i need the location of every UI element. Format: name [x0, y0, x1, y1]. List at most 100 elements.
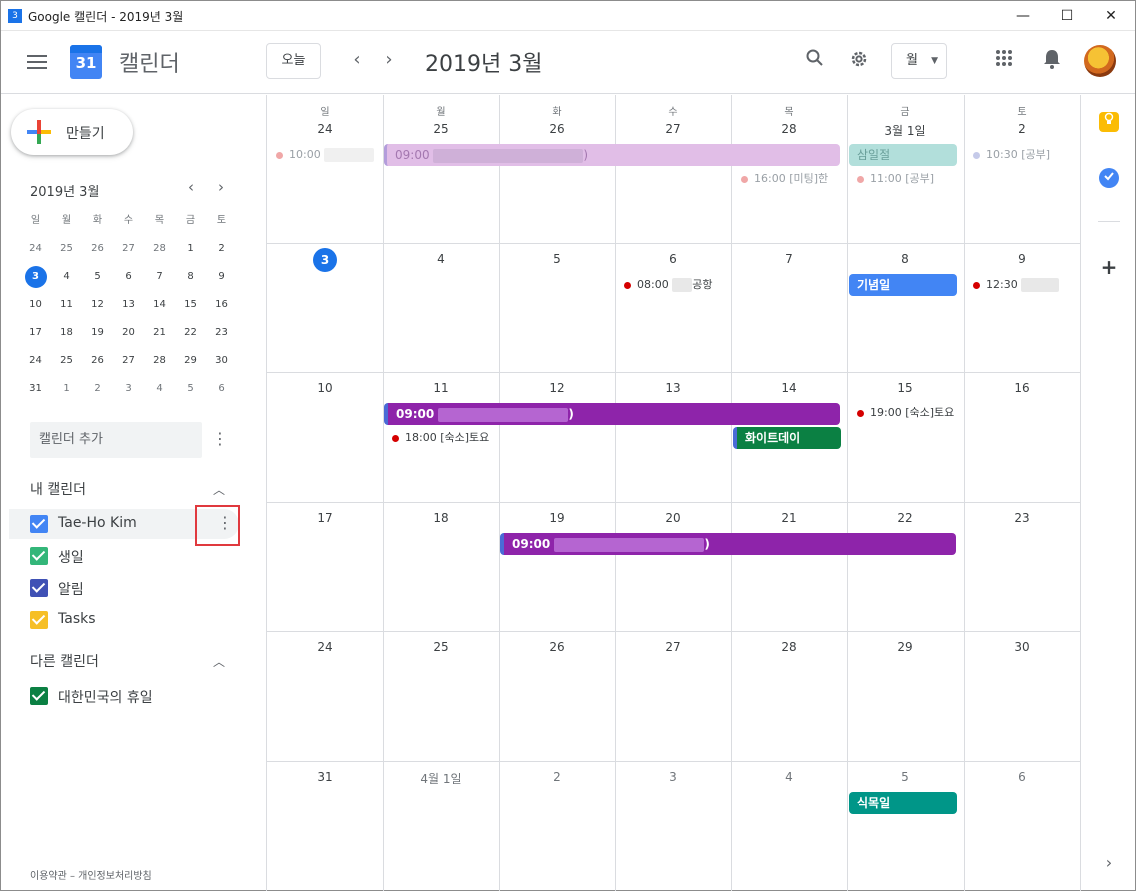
day-number[interactable]: 20 [615, 511, 731, 525]
gear-icon[interactable] [846, 48, 872, 74]
day-number-today[interactable]: 3 [267, 248, 383, 272]
day-number[interactable]: 23 [964, 511, 1080, 525]
day-number[interactable]: 28 [731, 122, 847, 136]
checkbox-icon[interactable] [30, 687, 48, 705]
chevron-up-icon[interactable]: ︿ [211, 481, 227, 498]
day-number[interactable]: 6 [615, 252, 731, 266]
day-number[interactable]: 27 [615, 640, 731, 654]
day-number[interactable]: 26 [499, 640, 615, 654]
mini-day[interactable]: 12 [82, 291, 113, 319]
close-button[interactable]: ✕ [1089, 1, 1133, 31]
checkbox-icon[interactable] [30, 515, 48, 533]
day-number[interactable]: 2 [964, 122, 1080, 136]
event-chip[interactable]: 11:00 [공부] [857, 169, 961, 189]
event-chip[interactable]: 10:30 [공부] [973, 145, 1077, 165]
minimize-button[interactable]: — [1001, 1, 1045, 31]
day-number[interactable]: 24 [267, 640, 383, 654]
mini-day[interactable]: 28 [144, 235, 175, 263]
mini-day[interactable]: 6 [206, 375, 237, 403]
create-button[interactable]: 만들기 [11, 109, 133, 155]
event-chip[interactable]: 08:00 공항 [624, 275, 734, 295]
mini-day[interactable]: 11 [51, 291, 82, 319]
mini-day[interactable]: 8 [175, 263, 206, 291]
calendar-item-reminders[interactable]: 알림 [9, 573, 239, 603]
calendar-item-tasks[interactable]: Tasks [9, 605, 239, 635]
event-chip[interactable]: 19:00 [숙소]토요 [857, 403, 961, 423]
footer-links[interactable]: 이용약관 – 개인정보처리방침 [30, 867, 152, 882]
checkbox-icon[interactable] [30, 579, 48, 597]
mini-day[interactable]: 25 [51, 347, 82, 375]
day-number[interactable]: 9 [964, 252, 1080, 266]
mini-day[interactable]: 31 [20, 375, 51, 403]
day-number[interactable]: 17 [267, 511, 383, 525]
event-chip[interactable]: 화이트데이 [733, 427, 841, 449]
mini-day[interactable]: 20 [113, 319, 144, 347]
day-number[interactable]: 7 [731, 252, 847, 266]
day-number[interactable]: 25 [383, 122, 499, 136]
mini-day[interactable]: 14 [144, 291, 175, 319]
mini-day[interactable]: 10 [20, 291, 51, 319]
mini-day[interactable]: 30 [206, 347, 237, 375]
mini-day[interactable]: 17 [20, 319, 51, 347]
mini-day[interactable]: 5 [82, 263, 113, 291]
avatar[interactable] [1084, 45, 1116, 77]
mini-day[interactable]: 18 [51, 319, 82, 347]
day-number[interactable]: 11 [383, 381, 499, 395]
event-chip[interactable]: 18:00 [숙소]토요 [392, 428, 497, 448]
mini-day-selected[interactable]: 3 [20, 263, 51, 291]
day-number[interactable]: 2 [499, 770, 615, 784]
calendar-item-korean-holidays[interactable]: 대한민국의 휴일 [9, 681, 239, 711]
checkbox-icon[interactable] [30, 547, 48, 565]
mini-day[interactable]: 22 [175, 319, 206, 347]
mini-day[interactable]: 4 [51, 263, 82, 291]
mini-day[interactable]: 4 [144, 375, 175, 403]
add-calendar-input[interactable]: 캘린더 추가 [30, 422, 202, 458]
day-number[interactable]: 24 [267, 122, 383, 136]
day-number[interactable]: 4월 1일 [383, 770, 499, 787]
chevron-right-icon[interactable]: › [1099, 853, 1119, 873]
other-calendars-title[interactable]: 다른 캘린더 [30, 651, 99, 671]
mini-day[interactable]: 27 [113, 347, 144, 375]
add-addon-icon[interactable]: + [1099, 257, 1119, 277]
day-number[interactable]: 3 [615, 770, 731, 784]
day-number[interactable]: 29 [847, 640, 963, 654]
mini-day[interactable]: 16 [206, 291, 237, 319]
mini-day[interactable]: 7 [144, 263, 175, 291]
search-icon[interactable] [802, 48, 828, 74]
tasks-icon[interactable] [1099, 168, 1119, 188]
event-chip[interactable]: 09:00 ) [500, 533, 956, 555]
day-number[interactable]: 5 [499, 252, 615, 266]
mini-day[interactable]: 2 [206, 235, 237, 263]
day-number[interactable]: 26 [499, 122, 615, 136]
day-number[interactable]: 4 [731, 770, 847, 784]
maximize-button[interactable]: ☐ [1045, 1, 1089, 31]
mini-day[interactable]: 26 [82, 347, 113, 375]
mini-day[interactable]: 26 [82, 235, 113, 263]
mini-day[interactable]: 5 [175, 375, 206, 403]
day-number[interactable]: 30 [964, 640, 1080, 654]
event-chip[interactable]: 12:30 [973, 275, 1077, 295]
mini-day[interactable]: 19 [82, 319, 113, 347]
mini-day[interactable]: 24 [20, 347, 51, 375]
checkbox-icon[interactable] [30, 611, 48, 629]
day-number[interactable]: 31 [267, 770, 383, 784]
day-number[interactable]: 6 [964, 770, 1080, 784]
holiday-chip[interactable]: 삼일절 [849, 144, 957, 166]
more-vert-icon[interactable]: ⋮ [211, 430, 229, 448]
day-number[interactable]: 15 [847, 381, 963, 395]
mini-day[interactable]: 23 [206, 319, 237, 347]
day-number[interactable]: 28 [731, 640, 847, 654]
mini-day[interactable]: 3 [113, 375, 144, 403]
mini-day[interactable]: 21 [144, 319, 175, 347]
event-chip[interactable]: 09:00 ) [384, 144, 840, 166]
view-select[interactable]: 월 ▼ [891, 43, 947, 79]
day-number[interactable]: 4 [383, 252, 499, 266]
apps-icon[interactable] [991, 48, 1017, 74]
chevron-up-icon[interactable]: ︿ [211, 653, 227, 670]
mini-day[interactable]: 13 [113, 291, 144, 319]
mini-day[interactable]: 29 [175, 347, 206, 375]
main-menu-icon[interactable] [25, 51, 49, 75]
prev-month-icon[interactable]: ‹ [342, 45, 372, 75]
my-calendars-title[interactable]: 내 캘린더 [30, 479, 86, 499]
mini-next-icon[interactable]: › [211, 178, 231, 196]
